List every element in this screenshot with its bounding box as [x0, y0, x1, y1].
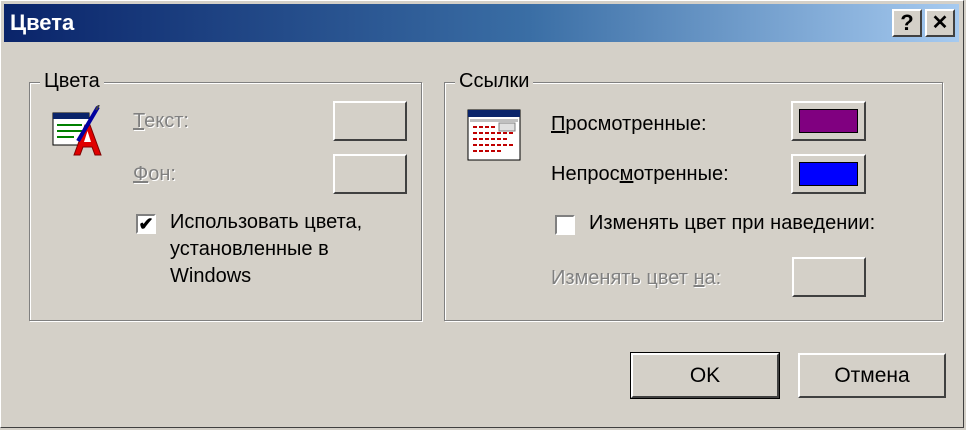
hover-color-button[interactable] [792, 257, 866, 297]
ok-button[interactable]: OK [630, 352, 780, 399]
text-color-label: Текст: [133, 110, 189, 132]
visited-color-button[interactable] [791, 101, 866, 141]
visited-color-swatch [799, 109, 858, 133]
links-group-title: Ссылки [455, 70, 534, 93]
hover-color-value-label: Изменять цвет на: [551, 267, 722, 289]
colors-group: Цвета Текст: Фон: ✔ Использовать цвета, … [29, 70, 422, 321]
background-color-button[interactable] [333, 154, 407, 194]
use-windows-colors-label-2: установленные в [170, 238, 329, 260]
window-title: Цвета [10, 10, 75, 35]
cancel-button[interactable]: Отмена [798, 353, 946, 398]
web-page-icon [467, 109, 521, 161]
title-bar[interactable]: Цвета ? ✕ [4, 4, 959, 42]
close-button[interactable]: ✕ [925, 9, 955, 37]
background-color-label: Фон: [133, 163, 176, 185]
unvisited-color-button[interactable] [791, 154, 866, 194]
text-color-button[interactable] [333, 101, 407, 141]
colors-group-title: Цвета [40, 70, 104, 93]
hover-color-checkbox[interactable] [555, 215, 575, 235]
visited-links-label: Просмотренные: [551, 113, 707, 135]
hover-color-label: Изменять цвет при наведении: [589, 212, 876, 234]
text-color-icon [52, 104, 102, 157]
help-button[interactable]: ? [892, 9, 922, 37]
unvisited-color-swatch [799, 162, 858, 186]
use-windows-colors-label-1: Использовать цвета, [170, 211, 363, 233]
links-group: Ссылки Просмотренные: Непросмотренные: И [444, 70, 943, 321]
use-windows-colors-label-3: Windows [170, 265, 252, 287]
colors-dialog: Цвета ? ✕ Цвета Текст: Фон: ✔ Использова… [0, 0, 964, 428]
unvisited-links-label: Непросмотренные: [551, 163, 729, 185]
use-windows-colors-checkbox[interactable]: ✔ [136, 214, 156, 234]
